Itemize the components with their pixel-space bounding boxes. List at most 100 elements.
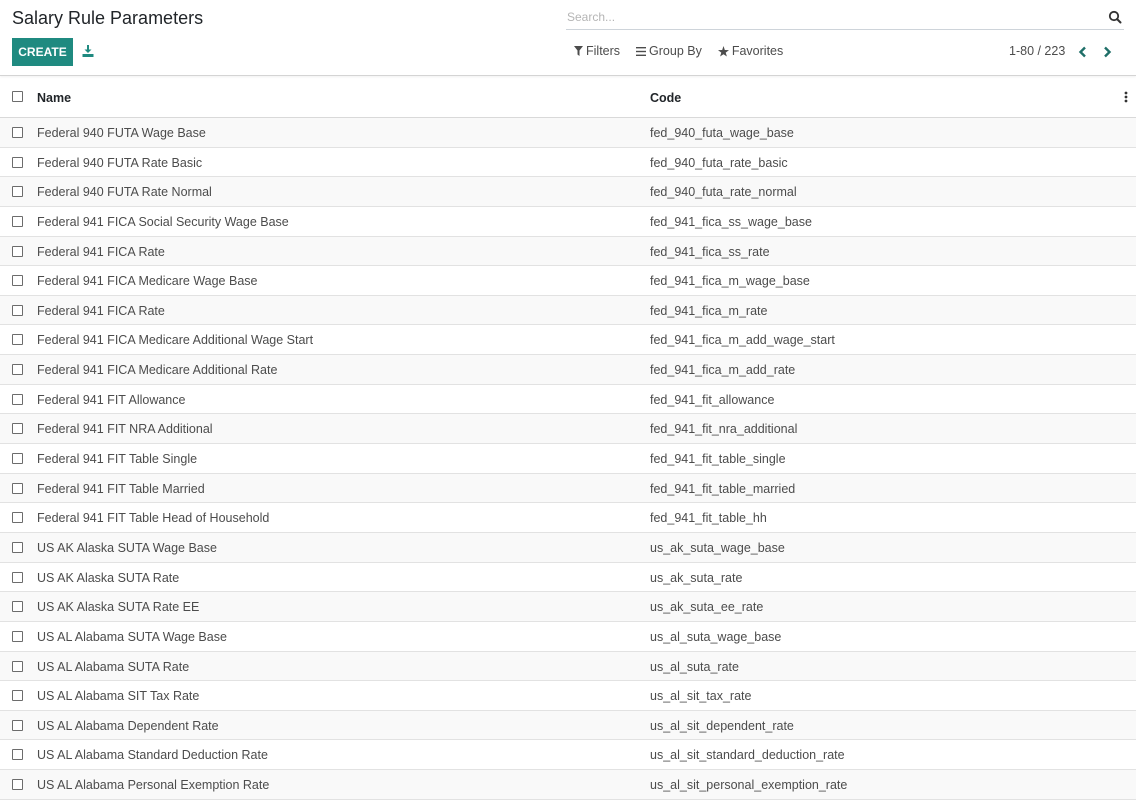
table-row[interactable]: US AL Alabama SUTA Rate us_al_suta_rate [0, 651, 1136, 682]
table-row[interactable]: Federal 941 FICA Medicare Additional Wag… [0, 325, 1136, 356]
cell-code[interactable]: fed_941_fica_m_wage_base [650, 274, 810, 288]
cell-name[interactable]: Federal 941 FIT Table Married [37, 482, 205, 496]
pager-previous-button[interactable] [1076, 44, 1088, 60]
cell-code[interactable]: fed_941_fit_table_single [650, 452, 786, 466]
table-row[interactable]: US AL Alabama Standard Deduction Rate us_… [0, 740, 1136, 771]
table-row[interactable]: Federal 941 FICA Medicare Additional Rat… [0, 355, 1136, 385]
row-checkbox[interactable] [12, 215, 23, 227]
row-checkbox[interactable] [12, 304, 23, 316]
table-row[interactable]: Federal 941 FIT NRA Additional fed_941_fi… [0, 414, 1136, 445]
row-checkbox[interactable] [12, 541, 23, 553]
cell-code[interactable]: fed_940_futa_wage_base [650, 126, 794, 140]
cell-name[interactable]: Federal 941 FICA Rate [37, 304, 165, 318]
cell-name[interactable]: US AK Alaska SUTA Rate [37, 571, 179, 585]
table-row[interactable]: Federal 941 FICA Rate fed_941_fica_m_rate [0, 295, 1136, 326]
cell-name[interactable]: US AL Alabama Personal Exemption Rate [37, 778, 269, 792]
row-checkbox[interactable] [12, 453, 23, 465]
cell-code[interactable]: fed_941_fit_table_married [650, 482, 795, 496]
row-checkbox[interactable] [12, 482, 23, 494]
row-checkbox[interactable] [12, 186, 23, 198]
cell-name[interactable]: US AL Alabama Standard Deduction Rate [37, 748, 268, 762]
row-checkbox[interactable] [12, 364, 23, 376]
cell-name[interactable]: Federal 941 FIT Allowance [37, 393, 185, 407]
table-row[interactable]: Federal 941 FIT Allowance fed_941_fit_all… [0, 385, 1136, 415]
select-all-checkbox[interactable] [12, 91, 23, 102]
cell-code[interactable]: fed_941_fica_ss_wage_base [650, 215, 812, 229]
cell-code[interactable]: fed_941_fica_m_add_rate [650, 363, 795, 377]
table-row[interactable]: Federal 940 FUTA Wage Base fed_940_futa_w… [0, 118, 1136, 148]
row-checkbox[interactable] [12, 275, 23, 287]
row-checkbox[interactable] [12, 779, 23, 791]
row-checkbox[interactable] [12, 749, 23, 761]
cell-name[interactable]: US AL Alabama SIT Tax Rate [37, 689, 199, 703]
table-row[interactable]: Federal 941 FICA Medicare Wage Base fed_9… [0, 266, 1136, 296]
column-header-name[interactable]: Name [37, 91, 71, 105]
cell-code[interactable]: fed_941_fica_m_add_wage_start [650, 333, 835, 347]
search-icon[interactable] [1108, 10, 1122, 24]
cell-code[interactable]: fed_941_fica_m_rate [650, 304, 767, 318]
row-checkbox[interactable] [12, 245, 23, 257]
row-checkbox[interactable] [12, 571, 23, 583]
table-row[interactable]: Federal 941 FIT Table Single fed_941_fit_… [0, 444, 1136, 474]
optional-columns-button[interactable] [1122, 90, 1130, 104]
table-row[interactable]: US AK Alaska SUTA Wage Base us_ak_suta_wa… [0, 532, 1136, 563]
cell-code[interactable]: us_al_sit_dependent_rate [650, 719, 794, 733]
cell-code[interactable]: us_al_suta_rate [650, 660, 739, 674]
table-row[interactable]: US AL Alabama Dependent Rate us_al_sit_de… [0, 710, 1136, 741]
group-by-button[interactable]: Group By [636, 44, 702, 58]
cell-name[interactable]: Federal 940 FUTA Rate Normal [37, 185, 212, 199]
row-checkbox[interactable] [12, 334, 23, 346]
cell-name[interactable]: US AL Alabama SUTA Wage Base [37, 630, 227, 644]
favorites-button[interactable]: Favorites [717, 44, 783, 58]
cell-name[interactable]: US AK Alaska SUTA Wage Base [37, 541, 217, 555]
row-checkbox[interactable] [12, 660, 23, 672]
table-row[interactable]: Federal 941 FIT Table Married fed_941_fit… [0, 473, 1136, 504]
table-row[interactable]: US AL Alabama SIT Tax Rate us_al_sit_tax_… [0, 681, 1136, 711]
cell-name[interactable]: Federal 940 FUTA Rate Basic [37, 156, 202, 170]
cell-name[interactable]: Federal 940 FUTA Wage Base [37, 126, 206, 140]
row-checkbox[interactable] [12, 512, 23, 524]
table-row[interactable]: US AL Alabama SUTA Wage Base us_al_suta_w… [0, 622, 1136, 652]
cell-name[interactable]: US AL Alabama Dependent Rate [37, 719, 219, 733]
cell-code[interactable]: fed_940_futa_rate_normal [650, 185, 797, 199]
row-checkbox[interactable] [12, 630, 23, 642]
cell-name[interactable]: US AL Alabama SUTA Rate [37, 660, 189, 674]
cell-name[interactable]: Federal 941 FICA Medicare Additional Wag… [37, 333, 313, 347]
download-button[interactable] [80, 42, 96, 60]
pager-value[interactable]: 1-80 / 223 [1009, 44, 1065, 58]
cell-code[interactable]: us_ak_suta_ee_rate [650, 600, 763, 614]
cell-code[interactable]: us_ak_suta_rate [650, 571, 742, 585]
row-checkbox[interactable] [12, 690, 23, 702]
cell-name[interactable]: Federal 941 FICA Rate [37, 245, 165, 259]
row-checkbox[interactable] [12, 719, 23, 731]
cell-code[interactable]: us_al_sit_standard_deduction_rate [650, 748, 845, 762]
table-row[interactable]: Federal 941 FICA Social Security Wage Ba… [0, 207, 1136, 237]
cell-name[interactable]: Federal 941 FICA Medicare Wage Base [37, 274, 257, 288]
row-checkbox[interactable] [12, 601, 23, 613]
cell-name[interactable]: Federal 941 FIT Table Single [37, 452, 197, 466]
row-checkbox[interactable] [12, 127, 23, 138]
cell-name[interactable]: US AK Alaska SUTA Rate EE [37, 600, 199, 614]
cell-code[interactable]: us_al_suta_wage_base [650, 630, 781, 644]
table-row[interactable]: US AK Alaska SUTA Rate EE us_ak_suta_ee_r… [0, 592, 1136, 622]
table-row[interactable]: Federal 940 FUTA Rate Normal fed_940_futa… [0, 177, 1136, 207]
cell-code[interactable]: fed_941_fit_table_hh [650, 511, 767, 525]
cell-code[interactable]: fed_941_fit_nra_additional [650, 422, 797, 436]
row-checkbox[interactable] [12, 156, 23, 168]
table-row[interactable]: US AK Alaska SUTA Rate us_ak_suta_rate [0, 563, 1136, 593]
table-row[interactable]: Federal 940 FUTA Rate Basic fed_940_futa_… [0, 148, 1136, 178]
cell-code[interactable]: us_al_sit_personal_exemption_rate [650, 778, 847, 792]
cell-name[interactable]: Federal 941 FICA Social Security Wage Ba… [37, 215, 289, 229]
search-input[interactable] [567, 8, 1087, 26]
cell-code[interactable]: fed_941_fica_ss_rate [650, 245, 770, 259]
cell-name[interactable]: Federal 941 FIT Table Head of Household [37, 511, 269, 525]
pager-next-button[interactable] [1101, 44, 1113, 60]
table-row[interactable]: US AL Alabama Personal Exemption Rate us_… [0, 770, 1136, 800]
column-header-code[interactable]: Code [650, 91, 681, 105]
cell-code[interactable]: fed_940_futa_rate_basic [650, 156, 788, 170]
cell-code[interactable]: us_al_sit_tax_rate [650, 689, 751, 703]
table-row[interactable]: Federal 941 FIT Table Head of Household f… [0, 503, 1136, 533]
create-button[interactable]: CREATE [12, 38, 73, 66]
cell-code[interactable]: us_ak_suta_wage_base [650, 541, 785, 555]
row-checkbox[interactable] [12, 423, 23, 435]
